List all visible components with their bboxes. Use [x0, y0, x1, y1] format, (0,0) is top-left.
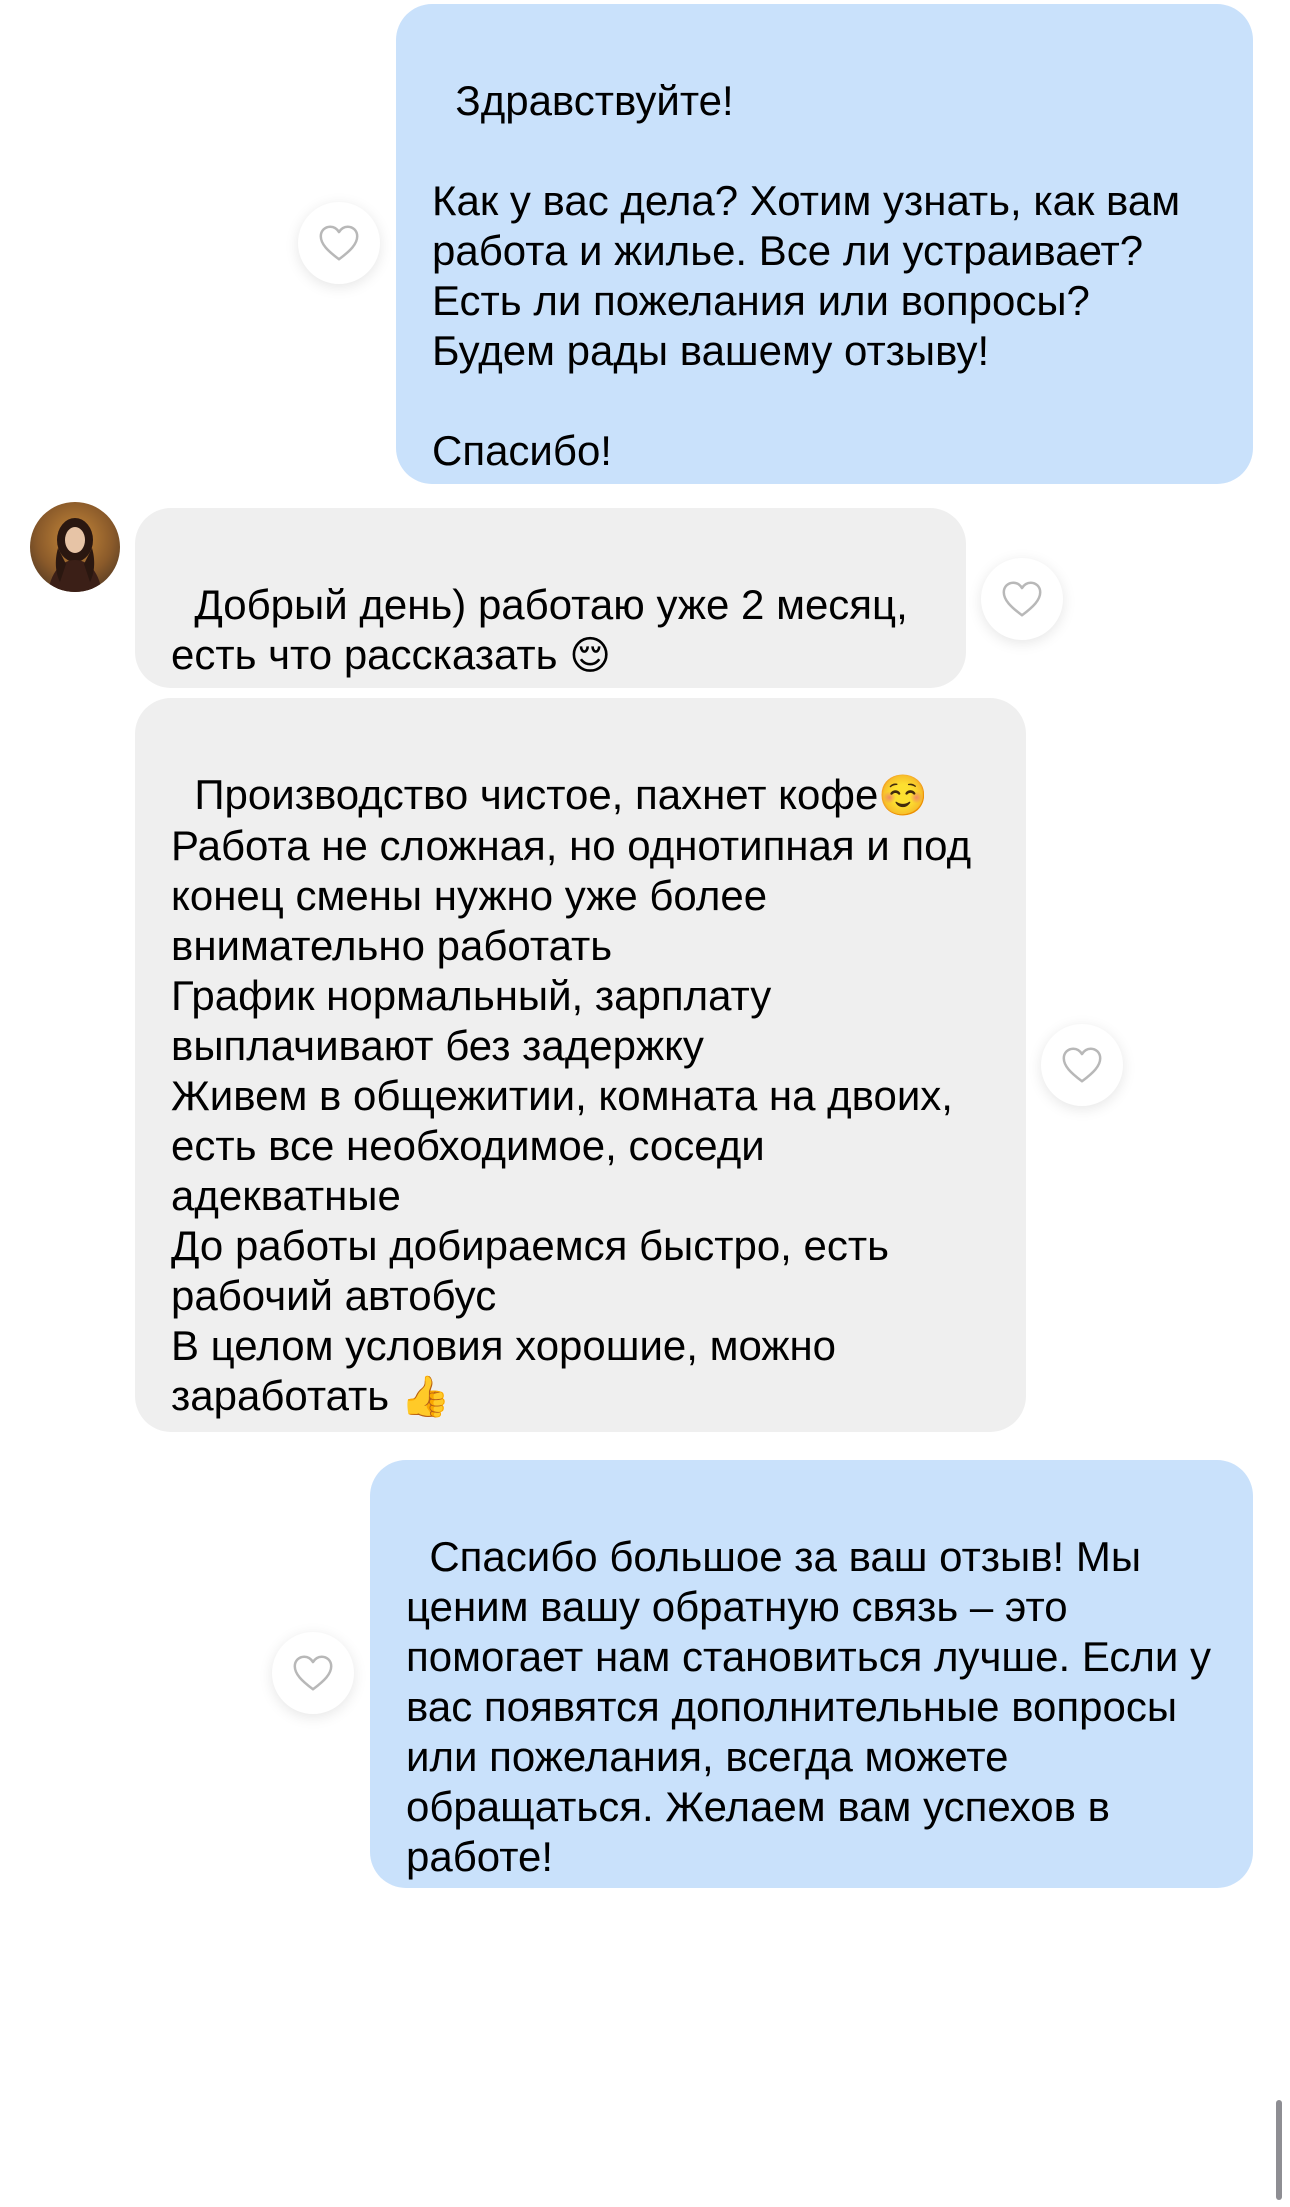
message-bubble-incoming[interactable]: Добрый день) работаю уже 2 месяц, есть ч…	[135, 508, 966, 688]
message-text: Добрый день) работаю уже 2 месяц, есть ч…	[171, 581, 920, 678]
like-button[interactable]	[298, 202, 380, 284]
message-text: Здравствуйте! Как у вас дела? Хотим узна…	[432, 77, 1181, 474]
scrollbar[interactable]	[1276, 2100, 1282, 2200]
message-bubble-outgoing[interactable]: Спасибо большое за ваш отзыв! Мы ценим в…	[370, 1460, 1253, 1888]
heart-outline-icon	[1002, 581, 1042, 617]
avatar[interactable]	[30, 502, 120, 592]
thumbs-up-emoji: 👍	[400, 1374, 451, 1420]
relieved-face-emoji: 😌	[569, 633, 611, 679]
heart-outline-icon	[1062, 1047, 1102, 1083]
message-bubble-incoming[interactable]: Производство чистое, пахнет кофе☺️ Работ…	[135, 698, 1026, 1432]
like-button[interactable]	[981, 558, 1063, 640]
user-avatar-photo	[30, 502, 120, 592]
message-text: Спасибо большое за ваш отзыв! Мы ценим в…	[406, 1533, 1223, 1880]
like-button[interactable]	[1041, 1024, 1123, 1106]
message-bubble-outgoing[interactable]: Здравствуйте! Как у вас дела? Хотим узна…	[396, 4, 1253, 484]
message-text: Работа не сложная, но однотипная и под к…	[171, 822, 972, 1419]
message-text: Производство чистое, пахнет кофе	[194, 771, 879, 818]
smiling-face-emoji: ☺️	[878, 773, 929, 819]
like-button[interactable]	[272, 1632, 354, 1714]
heart-outline-icon	[319, 225, 359, 261]
heart-outline-icon	[293, 1655, 333, 1691]
